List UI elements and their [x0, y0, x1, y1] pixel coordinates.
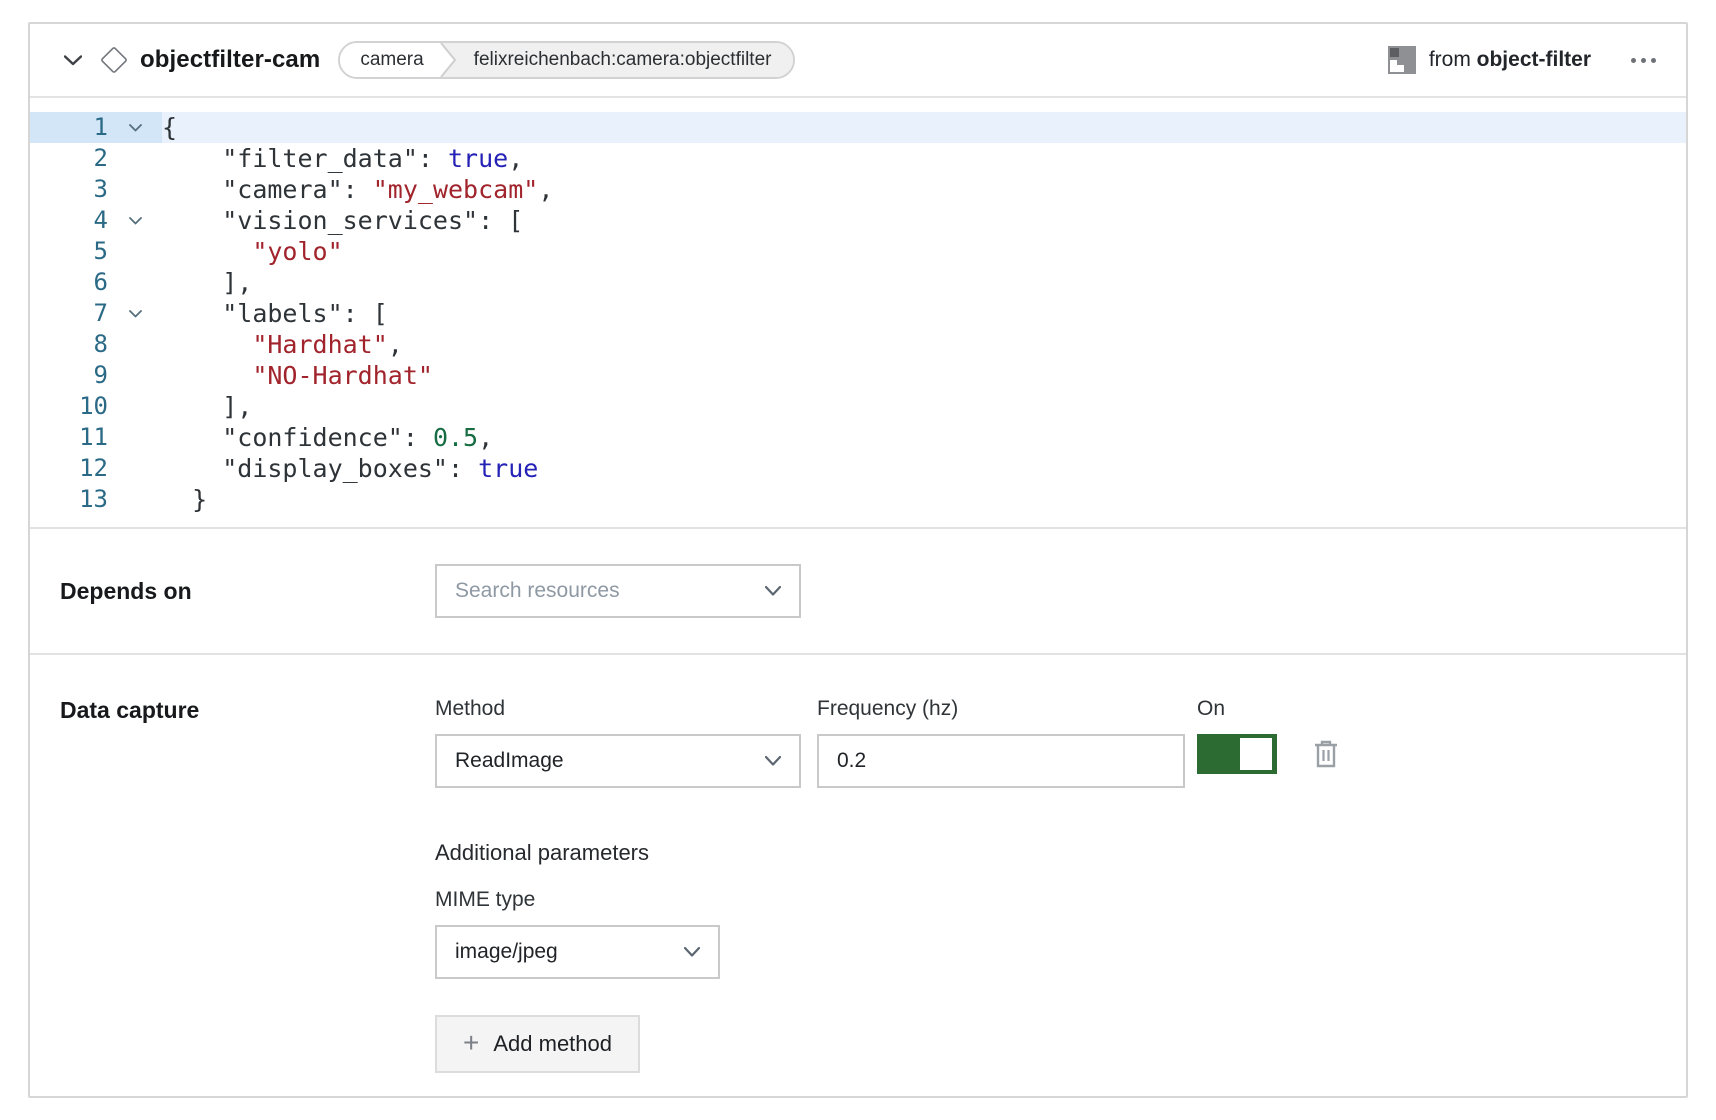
code-line-content: "vision_services": [: [162, 205, 1686, 236]
line-number: 1: [30, 112, 108, 143]
code-line-content: "filter_data": true,: [162, 143, 1686, 174]
code-line: 10 ],: [30, 391, 1686, 422]
search-resources-placeholder: Search resources: [455, 579, 620, 603]
add-method-button[interactable]: + Add method: [435, 1015, 640, 1073]
line-number: 2: [30, 143, 108, 174]
fold-gutter: [108, 360, 162, 391]
code-line-content: ],: [162, 267, 1686, 298]
fold-gutter: [108, 236, 162, 267]
search-resources-select[interactable]: Search resources: [435, 564, 801, 618]
code-line-content: "display_boxes": true: [162, 453, 1686, 484]
fold-chevron-icon[interactable]: [108, 112, 162, 143]
code-line: 11 "confidence": 0.5,: [30, 422, 1686, 453]
data-capture-fields: Method ReadImage Frequency (hz) On: [435, 697, 1339, 1073]
json-config-editor[interactable]: 1{2 "filter_data": true,3 "camera": "my_…: [30, 98, 1686, 529]
line-number: 13: [30, 484, 108, 515]
code-line-content: ],: [162, 391, 1686, 422]
line-number: 11: [30, 422, 108, 453]
fold-gutter: [108, 267, 162, 298]
line-number: 3: [30, 174, 108, 205]
code-line: 8 "Hardhat",: [30, 329, 1686, 360]
code-line-content: "NO-Hardhat": [162, 360, 1686, 391]
chevron-down-icon: [765, 586, 781, 596]
fold-chevron-icon[interactable]: [108, 298, 162, 329]
plus-icon: +: [463, 1029, 479, 1057]
code-line: 9 "NO-Hardhat": [30, 360, 1686, 391]
line-number: 9: [30, 360, 108, 391]
resource-model-badge: felixreichenbach:camera:objectfilter: [460, 43, 794, 77]
fold-gutter: [108, 391, 162, 422]
code-line-content: "camera": "my_webcam",: [162, 174, 1686, 205]
code-line: 3 "camera": "my_webcam",: [30, 174, 1686, 205]
overflow-menu-button[interactable]: [1629, 52, 1658, 69]
resource-card: objectfilter-cam camera felixreichenbach…: [28, 22, 1688, 1098]
method-label: Method: [435, 697, 801, 721]
frequency-input[interactable]: [817, 734, 1185, 788]
code-line-content: "yolo": [162, 236, 1686, 267]
line-number: 4: [30, 205, 108, 236]
code-line: 1{: [30, 112, 1686, 143]
code-line: 7 "labels": [: [30, 298, 1686, 329]
code-line-content: }: [162, 484, 1686, 515]
line-number: 10: [30, 391, 108, 422]
fold-gutter: [108, 453, 162, 484]
chevron-down-icon: [684, 947, 700, 957]
line-number: 6: [30, 267, 108, 298]
line-number: 8: [30, 329, 108, 360]
code-line-content: "labels": [: [162, 298, 1686, 329]
capture-on-toggle[interactable]: [1197, 734, 1277, 774]
code-line: 13 }: [30, 484, 1686, 515]
fold-gutter: [108, 143, 162, 174]
resource-type-model-badge: camera felixreichenbach:camera:objectfil…: [338, 41, 795, 79]
line-number: 7: [30, 298, 108, 329]
delete-method-button[interactable]: [1313, 740, 1339, 771]
line-number: 12: [30, 453, 108, 484]
module-icon: [1387, 45, 1417, 75]
mime-type-select[interactable]: image/jpeg: [435, 925, 720, 979]
module-origin: from object-filter: [1387, 45, 1591, 75]
fold-gutter: [108, 422, 162, 453]
resource-name: objectfilter-cam: [140, 46, 320, 74]
code-line: 6 ],: [30, 267, 1686, 298]
frequency-label: Frequency (hz): [817, 697, 1185, 721]
line-number: 5: [30, 236, 108, 267]
code-line-content: "Hardhat",: [162, 329, 1686, 360]
on-label: On: [1197, 697, 1339, 721]
resource-card-header: objectfilter-cam camera felixreichenbach…: [30, 24, 1686, 98]
badge-divider-chevron-icon: [440, 43, 460, 77]
method-select[interactable]: ReadImage: [435, 734, 801, 788]
depends-on-label: Depends on: [60, 578, 435, 605]
data-capture-label: Data capture: [60, 697, 435, 1073]
code-line: 2 "filter_data": true,: [30, 143, 1686, 174]
fold-chevron-icon[interactable]: [108, 205, 162, 236]
camera-component-icon: [100, 46, 128, 74]
fold-gutter: [108, 484, 162, 515]
module-origin-text: from object-filter: [1429, 48, 1591, 72]
mime-type-selected-value: image/jpeg: [455, 940, 558, 964]
resource-type-badge: camera: [340, 43, 439, 77]
code-line: 12 "display_boxes": true: [30, 453, 1686, 484]
chevron-down-icon: [765, 756, 781, 766]
method-selected-value: ReadImage: [455, 749, 564, 773]
trash-icon: [1313, 740, 1339, 768]
mime-type-label: MIME type: [435, 888, 1339, 912]
code-line: 5 "yolo": [30, 236, 1686, 267]
collapse-chevron-icon[interactable]: [60, 47, 86, 73]
additional-parameters-label: Additional parameters: [435, 840, 1339, 866]
code-line: 4 "vision_services": [: [30, 205, 1686, 236]
code-line-content: {: [162, 112, 1686, 143]
fold-gutter: [108, 174, 162, 205]
add-method-button-label: Add method: [493, 1031, 612, 1057]
data-capture-section: Data capture Method ReadImage Frequency …: [30, 655, 1686, 1073]
fold-gutter: [108, 329, 162, 360]
code-line-content: "confidence": 0.5,: [162, 422, 1686, 453]
depends-on-section: Depends on Search resources: [30, 529, 1686, 655]
